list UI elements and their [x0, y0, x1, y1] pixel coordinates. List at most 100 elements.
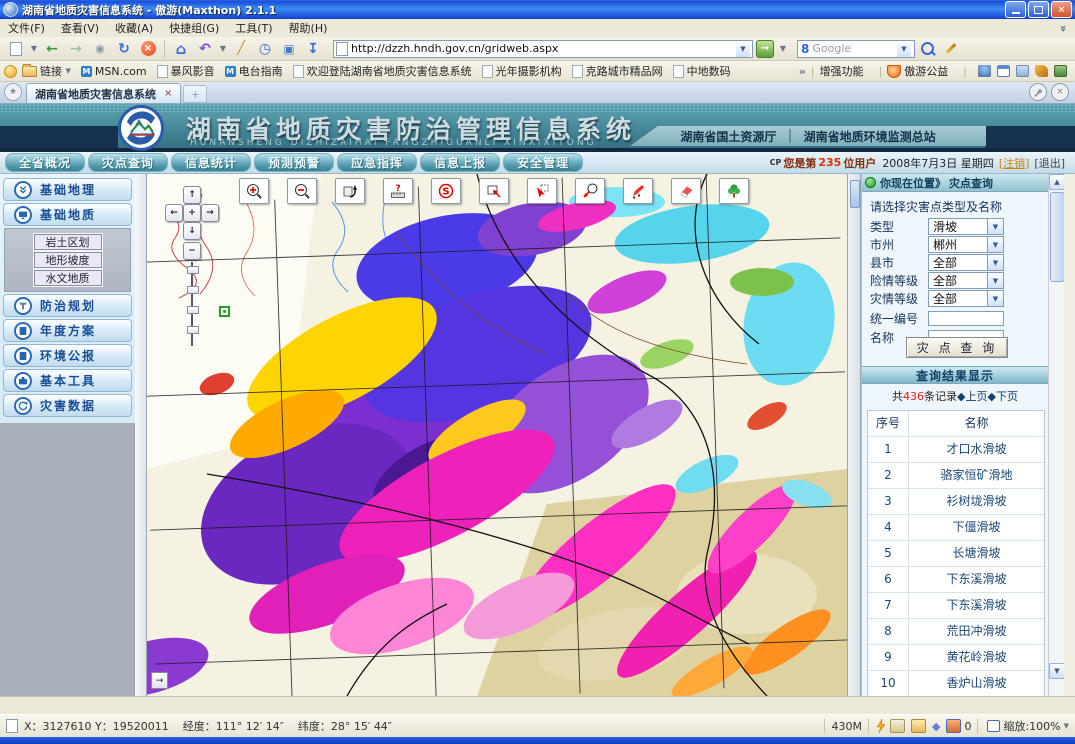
nav-tab-disaster-query[interactable]: 灾点查询 [88, 153, 168, 172]
forward-icon[interactable]: → [64, 38, 88, 59]
link-welcome-system[interactable]: 欢迎登陆湖南省地质灾害信息系统 [293, 63, 472, 79]
window-layout-icon[interactable] [997, 65, 1010, 77]
scrollbar-thumb[interactable] [1050, 192, 1065, 282]
prev-page-link[interactable]: ◆上页 [957, 390, 987, 403]
chevron-down-icon[interactable]: ▼ [987, 291, 1003, 306]
map-center-button[interactable]: + [183, 204, 201, 222]
download-icon[interactable]: ↧ [301, 38, 325, 59]
nav-tab-forecast-warning[interactable]: 预测预警 [254, 153, 334, 172]
exit-link[interactable]: [退出] [1034, 155, 1065, 171]
scroll-up-icon[interactable]: ▲ [1049, 174, 1065, 190]
filter-diamond-icon[interactable]: ◆ [932, 720, 940, 733]
map-draw-button[interactable] [623, 178, 653, 204]
magic-wand-icon[interactable]: ╱ [229, 38, 253, 59]
highlight-pen-icon[interactable] [939, 38, 963, 59]
address-bar[interactable]: http://dzzh.hndh.gov.cn/gridweb.aspx ▼ [333, 40, 753, 58]
history-icon[interactable]: ◷ [253, 38, 277, 59]
next-page-link[interactable]: ◆下页 [988, 390, 1018, 403]
table-row[interactable]: 7下东溪滑坡 [868, 593, 1044, 619]
splitter-handle[interactable] [850, 180, 860, 208]
map-pan-button[interactable] [335, 178, 365, 204]
links-folder[interactable]: 链接 ▼ [22, 63, 71, 79]
table-row[interactable]: 2骆家恒矿滑地 [868, 463, 1044, 489]
chevron-down-icon[interactable]: ▼ [987, 273, 1003, 288]
session-folder-icon[interactable] [890, 719, 905, 733]
user-account-icon[interactable] [978, 65, 991, 77]
search-engine-name[interactable]: Google [812, 42, 851, 55]
go-button[interactable]: → [753, 38, 777, 59]
search-dropdown-icon[interactable]: ▼ [897, 41, 911, 57]
zoom-slider-handle[interactable] [187, 266, 199, 274]
map-zoom-out-button[interactable] [287, 178, 317, 204]
table-row[interactable]: 1才口水滑坡 [868, 437, 1044, 463]
feed-icon[interactable] [4, 65, 17, 78]
county-select[interactable]: 全部▼ [928, 254, 1004, 271]
new-folder-icon[interactable] [911, 719, 926, 733]
map-identify-button[interactable] [575, 178, 605, 204]
map-layer-tree-button[interactable] [719, 178, 749, 204]
menu-view[interactable]: 查看(V) [53, 18, 107, 38]
menu-tools[interactable]: 工具(T) [227, 18, 280, 38]
address-dropdown-icon[interactable]: ▼ [736, 41, 750, 57]
table-row[interactable]: 10香炉山滑坡 [868, 671, 1044, 696]
sidebar-item-base-geology[interactable]: 基础地质 [3, 203, 132, 226]
map-erase-button[interactable] [671, 178, 701, 204]
tab-close-icon[interactable]: × [164, 88, 172, 99]
undo-icon[interactable]: ↶ [193, 38, 217, 59]
back-icon[interactable]: ← [40, 38, 64, 59]
sidebar-item-disaster-data[interactable]: 灾害数据 [3, 394, 132, 417]
disaster-level-select[interactable]: 全部▼ [928, 290, 1004, 307]
image-blocker-icon[interactable] [946, 719, 961, 733]
uniform-code-input[interactable] [928, 311, 1004, 326]
map-panel-expand-button[interactable]: → [151, 672, 168, 689]
menu-groups[interactable]: 快捷组(G) [161, 18, 227, 38]
nav-tab-security[interactable]: 安全管理 [503, 153, 583, 172]
menu-help[interactable]: 帮助(H) [281, 18, 336, 38]
new-tab-icon[interactable] [4, 38, 28, 59]
sidebar-item-prevention-planning[interactable]: 防治规划 [3, 294, 132, 317]
city-select[interactable]: 郴州▼ [928, 236, 1004, 253]
page-frame-icon[interactable] [987, 720, 1000, 732]
table-row[interactable]: 3衫树垅滑坡 [868, 489, 1044, 515]
undo-dropdown-icon[interactable]: ▼ [217, 38, 229, 59]
minimize-button[interactable] [1005, 1, 1026, 18]
sidebar-item-environment-bulletin[interactable]: 环境公报 [3, 344, 132, 367]
scroll-down-icon[interactable]: ▼ [1049, 663, 1065, 679]
tab-active[interactable]: 湖南省地质灾害信息系统 × [26, 83, 181, 103]
table-row[interactable]: 5长塘滑坡 [868, 541, 1044, 567]
new-tab-button[interactable]: + [183, 85, 207, 103]
nav-tab-statistics[interactable]: 信息统计 [171, 153, 251, 172]
zoom-level[interactable]: 缩放:100% [1003, 718, 1060, 734]
risk-level-select[interactable]: 全部▼ [928, 272, 1004, 289]
link-zhongdi[interactable]: 中地数码 [673, 63, 731, 79]
dept-link-geo-monitoring[interactable]: 湖南省地质环境监测总站 [804, 128, 936, 145]
links-overflow-icon[interactable]: » [799, 65, 806, 78]
search-icon[interactable] [915, 38, 939, 59]
map-zoom-minus-button[interactable]: − [183, 242, 201, 260]
chevron-down-icon[interactable]: ▼ [987, 237, 1003, 252]
maxthon-charity-button[interactable]: 傲游公益 [887, 63, 948, 79]
submenu-hydrogeology[interactable]: 水文地质 [34, 270, 102, 286]
favorites-star-icon[interactable]: ★ [4, 83, 22, 101]
type-select[interactable]: 滑坡▼ [928, 218, 1004, 235]
chevron-down-icon[interactable]: ▼ [987, 219, 1003, 234]
close-button[interactable]: × [1051, 1, 1072, 18]
nav-tab-province-overview[interactable]: 全省概况 [5, 153, 85, 172]
table-row[interactable]: 8荒田冲滑坡 [868, 619, 1044, 645]
url-text[interactable]: http://dzzh.hndh.gov.cn/gridweb.aspx [351, 42, 558, 55]
search-box[interactable]: 8 Google ▼ [797, 40, 915, 58]
dept-link-land-resources[interactable]: 湖南省国土资源厅 [680, 128, 776, 145]
sidebar-item-basic-tools[interactable]: 基本工具 [3, 369, 132, 392]
map-zoom-slider[interactable] [187, 262, 197, 346]
sidebar-map-splitter[interactable] [135, 174, 147, 696]
home-icon[interactable]: ⌂ [169, 38, 193, 59]
menu-favorites[interactable]: 收藏(A) [107, 18, 161, 38]
map-clear-button[interactable]: S [431, 178, 461, 204]
map-pan-up-button[interactable]: ↑ [183, 186, 201, 204]
map-pan-left-button[interactable]: ← [165, 204, 183, 222]
map-select-button[interactable] [527, 178, 557, 204]
menu-overflow-chevron-icon[interactable]: » [1057, 24, 1070, 31]
restore-button[interactable] [1028, 1, 1049, 18]
link-baofeng[interactable]: 暴风影音 [157, 63, 215, 79]
map-viewport[interactable]: ? S ↑ ← + → ↓ − → [147, 174, 847, 696]
